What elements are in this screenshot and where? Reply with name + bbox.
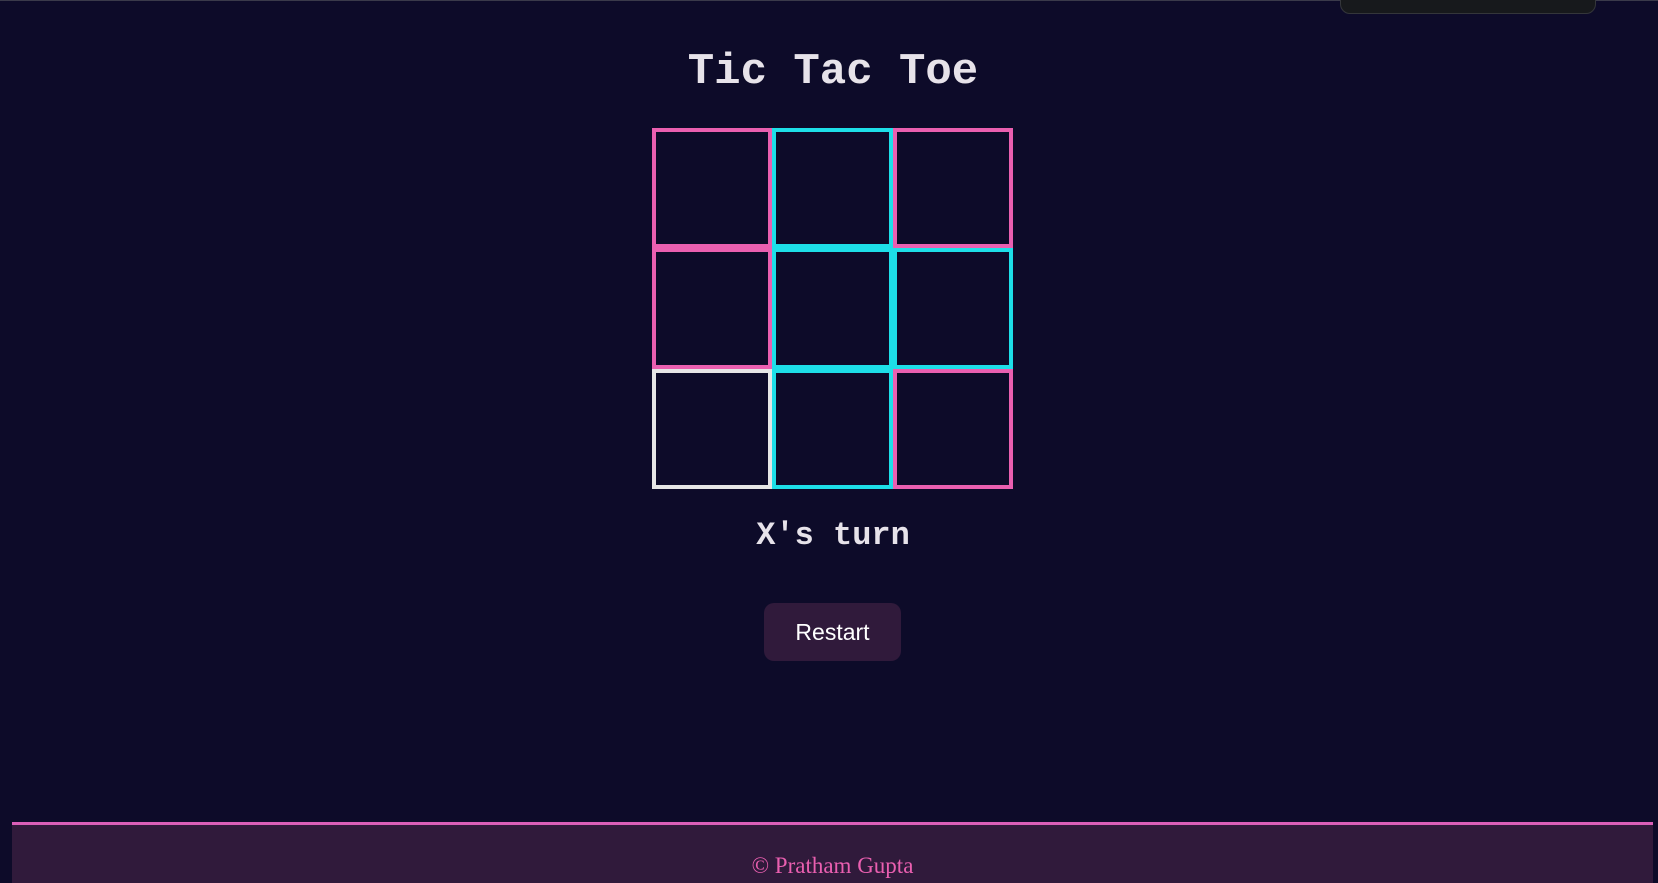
board-cell-4[interactable]	[652, 248, 773, 369]
page-title: Tic Tac Toe	[687, 47, 979, 97]
board-cell-8[interactable]	[772, 368, 893, 489]
board-cell-9[interactable]	[892, 368, 1013, 489]
restart-button[interactable]: Restart	[764, 603, 901, 661]
board-cell-3[interactable]	[892, 128, 1013, 249]
board-cell-7[interactable]	[652, 368, 773, 489]
board-cell-6[interactable]	[892, 248, 1013, 369]
footer-copyright: © Pratham Gupta	[751, 853, 914, 878]
board-cell-5[interactable]	[772, 248, 893, 369]
board-cell-1[interactable]	[652, 128, 773, 249]
game-board	[652, 128, 1013, 489]
board-cell-2[interactable]	[772, 128, 893, 249]
browser-popup-edge	[1340, 0, 1596, 14]
footer: © Pratham Gupta	[12, 822, 1653, 883]
turn-status: X's turn	[756, 517, 910, 554]
